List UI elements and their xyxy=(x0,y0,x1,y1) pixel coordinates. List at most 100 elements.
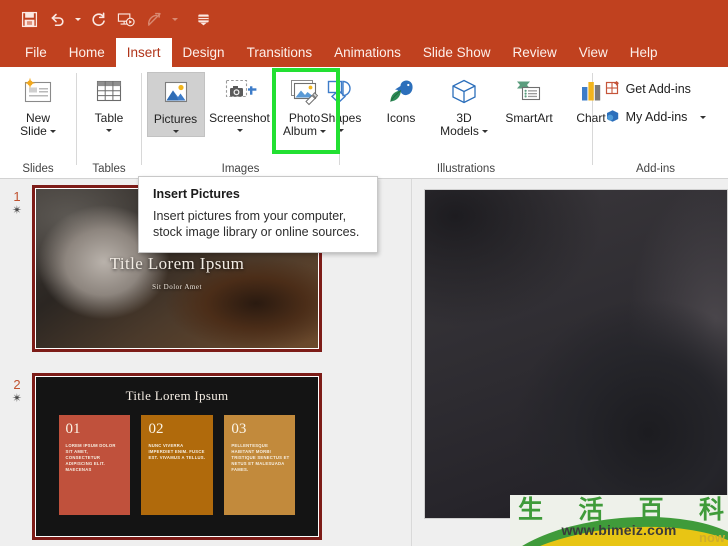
screenshot-button[interactable]: Screenshot xyxy=(207,72,273,135)
insert-pictures-tooltip: Insert Pictures Insert pictures from you… xyxy=(138,176,378,253)
card-03-number: 03 xyxy=(231,421,247,438)
slide-2-card-01: 01 Lorem ipsum dolor sit amet, consectet… xyxy=(58,415,130,516)
watermark-char-4: 科 xyxy=(698,495,724,524)
watermark-ghost-text: now xyxy=(699,530,725,545)
3d-models-icon xyxy=(447,75,481,109)
screenshot-caret-icon[interactable] xyxy=(236,126,243,135)
site-watermark: 生 活 百 科 www.bimeiz.com now xyxy=(510,495,728,546)
tab-insert[interactable]: Insert xyxy=(115,38,172,67)
ribbon-group-addins: Get Add-ins My Add-ins Add-ins xyxy=(593,67,718,179)
slide-2-card-list: 01 Lorem ipsum dolor sit amet, consectet… xyxy=(58,415,296,516)
ink-drawing-icon[interactable] xyxy=(141,6,167,32)
current-slide-canvas[interactable] xyxy=(424,189,728,519)
watermark-char-1: 生 xyxy=(518,495,544,524)
undo-dropdown-caret-icon[interactable] xyxy=(72,6,83,32)
pictures-label: Pictures xyxy=(153,112,198,126)
group-label-slides: Slides xyxy=(22,163,54,175)
pictures-icon xyxy=(160,76,192,110)
tab-design[interactable]: Design xyxy=(172,38,236,67)
slide-1-animation-icon: ✴ xyxy=(11,203,23,217)
save-icon[interactable] xyxy=(16,6,42,32)
ribbon-tab-strip: File Home Insert Design Transitions Anim… xyxy=(0,38,728,67)
redo-icon[interactable] xyxy=(85,6,111,32)
slide-1-subtitle: Sit Dolor Amet xyxy=(152,282,202,291)
tab-help[interactable]: Help xyxy=(619,38,669,67)
icons-icon xyxy=(384,75,418,109)
slide-editing-pane[interactable] xyxy=(413,179,728,546)
my-addins-caret-icon[interactable] xyxy=(700,115,707,119)
start-presentation-icon[interactable] xyxy=(113,6,139,32)
screenshot-icon xyxy=(222,75,258,109)
watermark-char-3: 百 xyxy=(638,495,664,524)
smartart-button[interactable]: SmartArt xyxy=(498,72,560,125)
get-addins-button[interactable]: Get Add-ins xyxy=(601,78,711,100)
smartart-icon xyxy=(512,75,546,109)
slide-2-canvas: Title Lorem Ipsum 01 Lorem ipsum dolor s… xyxy=(36,377,318,536)
get-addins-label: Get Add-ins xyxy=(625,82,691,96)
slide-2-animation-icon: ✴ xyxy=(11,391,23,405)
watermark-url: www.bimeiz.com xyxy=(561,522,677,538)
ribbon-group-images: Pictures Screenshot Photo Album Images xyxy=(142,67,340,179)
table-icon xyxy=(93,75,125,109)
pictures-caret-icon[interactable] xyxy=(172,127,179,136)
card-02-text: Nunc viverra imperdiet enim. Fusce est. … xyxy=(148,443,206,461)
tab-review[interactable]: Review xyxy=(501,38,567,67)
get-addins-icon xyxy=(605,80,621,99)
slide-2-frame[interactable]: Title Lorem Ipsum 01 Lorem ipsum dolor s… xyxy=(32,373,322,540)
ribbon-insert: New Slide Slides Table Tables Pictures S… xyxy=(0,67,728,179)
slide-2-meta: 2 ✴ xyxy=(2,373,32,540)
card-03-text: Pellentesque habitant morbi tristique se… xyxy=(231,443,290,473)
my-addins-label: My Add-ins xyxy=(625,110,688,124)
card-01-text: Lorem ipsum dolor sit amet, consectetur … xyxy=(65,443,116,473)
table-button[interactable]: Table xyxy=(80,72,138,135)
quick-access-toolbar xyxy=(0,6,216,32)
new-slide-label-line2: Slide xyxy=(20,125,56,138)
my-addins-button[interactable]: My Add-ins xyxy=(601,106,711,128)
tab-transitions[interactable]: Transitions xyxy=(236,38,324,67)
icons-label: Icons xyxy=(386,111,416,125)
slide-2-card-02: 02 Nunc viverra imperdiet enim. Fusce es… xyxy=(141,415,213,516)
slide-2-background: Title Lorem Ipsum 01 Lorem ipsum dolor s… xyxy=(36,377,318,536)
slide-1-title: Title Lorem Ipsum xyxy=(109,254,245,274)
ink-dropdown-caret-icon[interactable] xyxy=(169,6,180,32)
slide-1-meta: 1 ✴ xyxy=(2,185,32,352)
slide-thumbnail-2[interactable]: 2 ✴ Title Lorem Ipsum 01 Lorem ipsum dol… xyxy=(2,373,322,540)
tab-view[interactable]: View xyxy=(568,38,619,67)
customize-quick-access-toolbar-icon[interactable] xyxy=(190,6,216,32)
tab-slide-show[interactable]: Slide Show xyxy=(412,38,502,67)
group-label-addins: Add-ins xyxy=(636,163,675,175)
slide-2-title: Title Lorem Ipsum xyxy=(125,388,229,404)
my-addins-icon xyxy=(605,108,621,127)
screenshot-label: Screenshot xyxy=(209,111,270,125)
powerpoint-window: File Home Insert Design Transitions Anim… xyxy=(0,0,728,546)
icons-button[interactable]: Icons xyxy=(372,72,430,125)
3d-models-button[interactable]: 3D Models xyxy=(432,72,496,138)
table-label: Table xyxy=(94,111,124,125)
tab-home[interactable]: Home xyxy=(58,38,116,67)
undo-icon[interactable] xyxy=(44,6,70,32)
shapes-icon xyxy=(324,75,358,109)
group-label-illustrations: Illustrations xyxy=(436,163,496,175)
shapes-caret-icon[interactable] xyxy=(338,126,344,135)
3d-models-label-line2: Models xyxy=(440,125,488,138)
card-02-number: 02 xyxy=(148,421,164,438)
slide-2-card-03: 03 Pellentesque habitant morbi tristique… xyxy=(224,415,296,516)
tab-file[interactable]: File xyxy=(14,38,58,67)
3d-models-caret-icon xyxy=(481,130,488,134)
tab-animations[interactable]: Animations xyxy=(323,38,412,67)
group-label-tables: Tables xyxy=(92,163,126,175)
ribbon-group-illustrations: Shapes Icons 3D Models SmartArt Chart Il… xyxy=(321,67,606,179)
watermark-char-2: 活 xyxy=(578,495,604,524)
smartart-label: SmartArt xyxy=(505,111,553,125)
table-caret-icon[interactable] xyxy=(106,126,112,135)
new-slide-caret-icon xyxy=(49,130,56,134)
pictures-button[interactable]: Pictures xyxy=(146,72,205,137)
ribbon-group-tables: Table Tables xyxy=(77,67,141,179)
shapes-button[interactable]: Shapes xyxy=(312,72,370,135)
shapes-label: Shapes xyxy=(320,111,362,125)
slide-1-number: 1 xyxy=(13,189,21,204)
slide-2-number: 2 xyxy=(13,377,21,392)
tooltip-body: Insert pictures from your computer, stoc… xyxy=(153,209,360,239)
title-bar xyxy=(0,0,728,38)
new-slide-button[interactable]: New Slide xyxy=(9,72,67,138)
